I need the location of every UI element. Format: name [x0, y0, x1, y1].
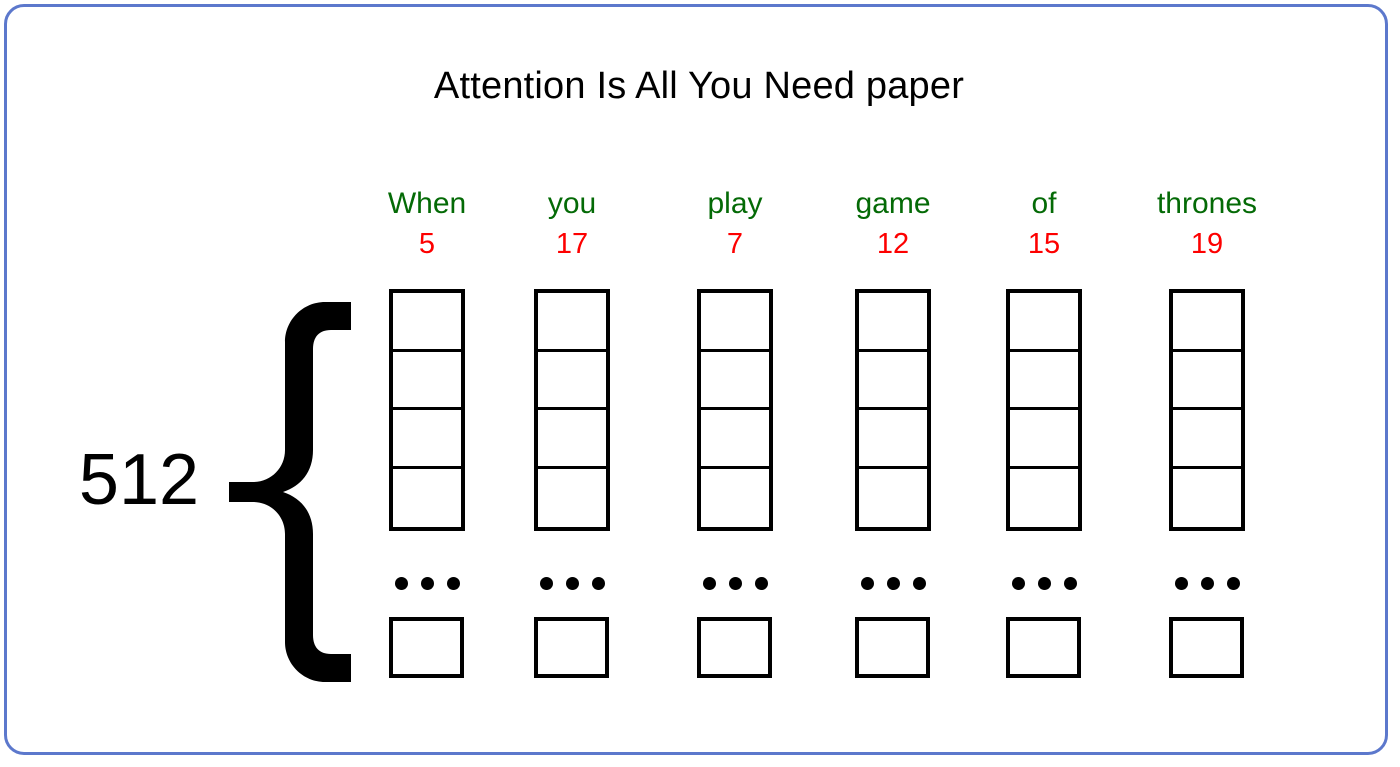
- vertical-ellipsis-icon: [855, 573, 931, 593]
- ellipsis-dot: [754, 576, 768, 590]
- ellipsis-dot: [728, 576, 742, 590]
- embedding-cell: [1010, 469, 1078, 528]
- ellipsis-dot: [539, 576, 553, 590]
- ellipsis-dot: [1200, 576, 1214, 590]
- ellipsis-dot: [565, 576, 579, 590]
- token-columns: When 5 you 17 play 7 game 12 of 15 thron…: [7, 7, 1391, 758]
- embedding-cell: [859, 293, 927, 352]
- embedding-cell: [1010, 293, 1078, 352]
- vertical-ellipsis-icon: [1006, 573, 1082, 593]
- embedding-cell-stack: [697, 289, 773, 531]
- embedding-cell: [1173, 293, 1241, 352]
- token-word-label: When: [387, 187, 467, 220]
- ellipsis-dot: [860, 576, 874, 590]
- embedding-cell: [1173, 410, 1241, 469]
- embedding-cell: [859, 469, 927, 528]
- ellipsis-dot: [1226, 576, 1240, 590]
- embedding-cell-stack: [855, 289, 931, 531]
- token-id-label: 19: [1190, 228, 1224, 260]
- token-id-label: 5: [418, 228, 436, 260]
- embedding-cell: [1173, 352, 1241, 410]
- ellipsis-dot: [1037, 576, 1051, 590]
- token-id-label: 12: [876, 228, 910, 260]
- vertical-ellipsis-icon: [1169, 573, 1245, 593]
- embedding-cell-last: [855, 617, 930, 678]
- token-id-label: 17: [555, 228, 589, 260]
- token-word-label: thrones: [1156, 187, 1258, 220]
- ellipsis-dot: [1011, 576, 1025, 590]
- embedding-cell: [701, 410, 769, 469]
- ellipsis-dot: [446, 576, 460, 590]
- ellipsis-dot: [912, 576, 926, 590]
- embedding-cell-last: [1169, 617, 1244, 678]
- embedding-cell: [393, 410, 461, 469]
- ellipsis-dot: [702, 576, 716, 590]
- embedding-cell-stack: [1169, 289, 1245, 531]
- embedding-cell-last: [1006, 617, 1081, 678]
- vertical-ellipsis-icon: [389, 573, 465, 593]
- embedding-cell: [393, 293, 461, 352]
- embedding-cell: [538, 293, 606, 352]
- embedding-cell-last: [389, 617, 464, 678]
- ellipsis-dot: [394, 576, 408, 590]
- ellipsis-dot: [420, 576, 434, 590]
- embedding-cell-stack: [1006, 289, 1082, 531]
- embedding-cell-stack: [534, 289, 610, 531]
- embedding-cell: [859, 352, 927, 410]
- embedding-cell: [538, 410, 606, 469]
- embedding-cell: [701, 469, 769, 528]
- embedding-cell: [538, 352, 606, 410]
- token-word-label: of: [1031, 187, 1057, 220]
- embedding-cell-stack: [389, 289, 465, 531]
- token-id-label: 15: [1027, 228, 1061, 260]
- ellipsis-dot: [591, 576, 605, 590]
- token-word-label: you: [547, 187, 597, 220]
- embedding-cell: [393, 469, 461, 528]
- embedding-cell-last: [697, 617, 772, 678]
- token-word-label: play: [707, 187, 763, 220]
- embedding-cell: [538, 469, 606, 528]
- embedding-cell: [701, 293, 769, 352]
- token-id-label: 7: [726, 228, 744, 260]
- embedding-cell-last: [534, 617, 609, 678]
- embedding-cell: [701, 352, 769, 410]
- vertical-ellipsis-icon: [697, 573, 773, 593]
- embedding-cell: [393, 352, 461, 410]
- token-word-label: game: [855, 187, 931, 220]
- vertical-ellipsis-icon: [534, 573, 610, 593]
- embedding-cell: [859, 410, 927, 469]
- diagram-canvas: Attention Is All You Need paper 512 When…: [4, 4, 1388, 755]
- ellipsis-dot: [1063, 576, 1077, 590]
- ellipsis-dot: [1174, 576, 1188, 590]
- ellipsis-dot: [886, 576, 900, 590]
- embedding-cell: [1010, 410, 1078, 469]
- embedding-cell: [1010, 352, 1078, 410]
- embedding-cell: [1173, 469, 1241, 528]
